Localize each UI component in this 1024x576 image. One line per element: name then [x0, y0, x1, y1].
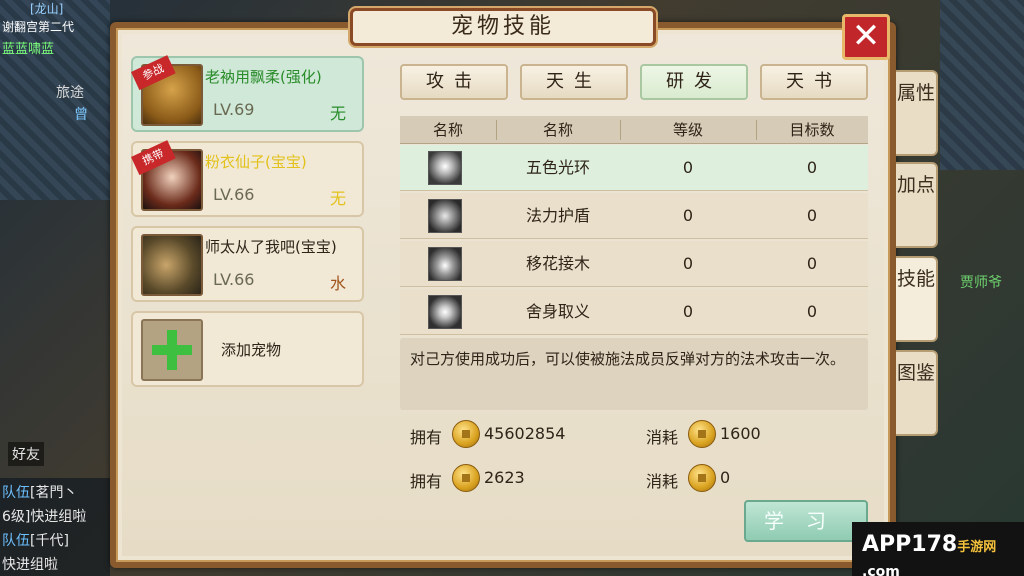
- chat-window[interactable]: 队伍[茗門丶 6级]快进组啦 队伍[千代] 快进组啦: [0, 478, 110, 576]
- skill-targets: 0: [806, 206, 818, 225]
- bg-chat-top-1: [龙山]: [30, 2, 64, 16]
- watermark-brand: APP178: [862, 532, 958, 557]
- header-name: 名称: [542, 121, 573, 139]
- skill-level: 0: [682, 254, 694, 273]
- chat-line-4: 快进组啦: [2, 557, 58, 573]
- skill-name: 移花接木: [525, 254, 590, 273]
- skill-name: 五色光环: [525, 158, 590, 177]
- watermark-cn: 手游网: [957, 540, 997, 555]
- header-icon-name: 名称: [432, 121, 463, 139]
- lizard-avatar: [141, 234, 203, 296]
- npc-name-travel: 旅途: [56, 85, 84, 101]
- halo-skill-icon: [428, 151, 462, 185]
- skill-name: 舍身取义: [525, 302, 590, 321]
- skill-level: 0: [682, 302, 694, 321]
- swirl-shield-skill-icon: [428, 199, 462, 233]
- watermark-domain: .com: [862, 564, 900, 576]
- own-value-2: 2623: [484, 468, 525, 487]
- chat-line-1: 队伍[茗門丶: [2, 485, 78, 501]
- pet-card-3[interactable]: 师太从了我吧(宝宝) LV.66 水: [131, 226, 364, 302]
- side-tab-skills[interactable]: 技能: [896, 256, 938, 342]
- cost-value-2: 0: [720, 468, 731, 487]
- add-pet-card[interactable]: 添加宠物: [131, 311, 364, 387]
- chat-line-3: 队伍[千代]: [2, 533, 69, 549]
- header-level: 等级: [672, 121, 703, 139]
- pet-card-1[interactable]: 参战 老衲用飘柔(强化) LV.69 无: [131, 55, 364, 132]
- gold-coin-icon: [688, 420, 716, 448]
- pet-level: LV.69: [213, 100, 255, 119]
- pet-name: 粉衣仙子(宝宝): [205, 153, 307, 171]
- skill-targets: 0: [806, 302, 818, 321]
- add-pet-label: 添加宠物: [221, 341, 282, 359]
- pet-name: 老衲用飘柔(强化): [205, 68, 322, 86]
- skill-row-4[interactable]: 舍身取义 0 0: [400, 289, 868, 335]
- cost-label-2: 消耗: [646, 472, 679, 491]
- tab-innate[interactable]: 天生: [520, 64, 628, 100]
- gold-coin-icon: [452, 420, 480, 448]
- pet-level: LV.66: [213, 270, 255, 289]
- contribution-coin-icon: [452, 464, 480, 492]
- own-value-1: 45602854: [484, 424, 566, 443]
- panel-title: 宠物技能: [350, 8, 656, 46]
- npc-name-jia[interactable]: 贾师爷: [960, 272, 1002, 292]
- pet-card-2[interactable]: 携带 粉衣仙子(宝宝) LV.66 无: [131, 140, 364, 217]
- skill-targets: 0: [806, 158, 818, 177]
- pet-name: 师太从了我吧(宝宝): [205, 238, 337, 256]
- learn-button[interactable]: 学习: [744, 500, 868, 542]
- pet-element: 无: [329, 189, 346, 208]
- pet-element: 水: [329, 274, 346, 293]
- skill-row-1[interactable]: 五色光环 0 0: [400, 145, 868, 191]
- skill-table-header: 名称 名称 等级 目标数: [400, 116, 868, 144]
- site-watermark: APP178手游网 .com: [852, 522, 1024, 576]
- cost-label-1: 消耗: [646, 428, 679, 447]
- chat-line-2: 6级]快进组啦: [2, 509, 87, 525]
- header-targets: 目标数: [789, 121, 835, 139]
- side-tab-attributes[interactable]: 属性: [896, 70, 938, 156]
- tab-heavenly-book[interactable]: 天书: [760, 64, 868, 100]
- own-label-2: 拥有: [410, 472, 443, 491]
- npc-name-zeng[interactable]: 曾: [74, 104, 88, 124]
- skill-targets: 0: [806, 254, 818, 273]
- pet-element: 无: [329, 104, 346, 123]
- burst-skill-icon: [428, 295, 462, 329]
- contribution-coin-icon: [688, 464, 716, 492]
- close-button[interactable]: ✕: [842, 14, 890, 60]
- friends-button[interactable]: 好友: [8, 442, 44, 466]
- plus-icon: [141, 319, 203, 381]
- skill-name: 法力护盾: [525, 206, 590, 225]
- tab-research[interactable]: 研发: [640, 64, 748, 100]
- bg-chat-top-2: 谢翻宫第二代: [2, 20, 75, 34]
- cost-value-1: 1600: [720, 424, 761, 443]
- side-tab-add-points[interactable]: 加点: [896, 162, 938, 248]
- skill-description: 对己方使用成功后，可以使被施法成员反弹对方的法术攻击一次。: [400, 338, 868, 410]
- side-tab-codex[interactable]: 图鉴: [896, 350, 938, 436]
- skill-level: 0: [682, 206, 694, 225]
- figure-skill-icon: [428, 247, 462, 281]
- skill-row-3[interactable]: 移花接木 0 0: [400, 241, 868, 287]
- skill-level: 0: [682, 158, 694, 177]
- pet-level: LV.66: [213, 185, 255, 204]
- own-label-1: 拥有: [410, 428, 443, 447]
- roof-decoration-right: [940, 0, 1024, 170]
- tab-attack[interactable]: 攻击: [400, 64, 508, 100]
- bg-chat-top-3: 蓝蓝啸蓝: [2, 42, 55, 57]
- skill-row-2[interactable]: 法力护盾 0 0: [400, 193, 868, 239]
